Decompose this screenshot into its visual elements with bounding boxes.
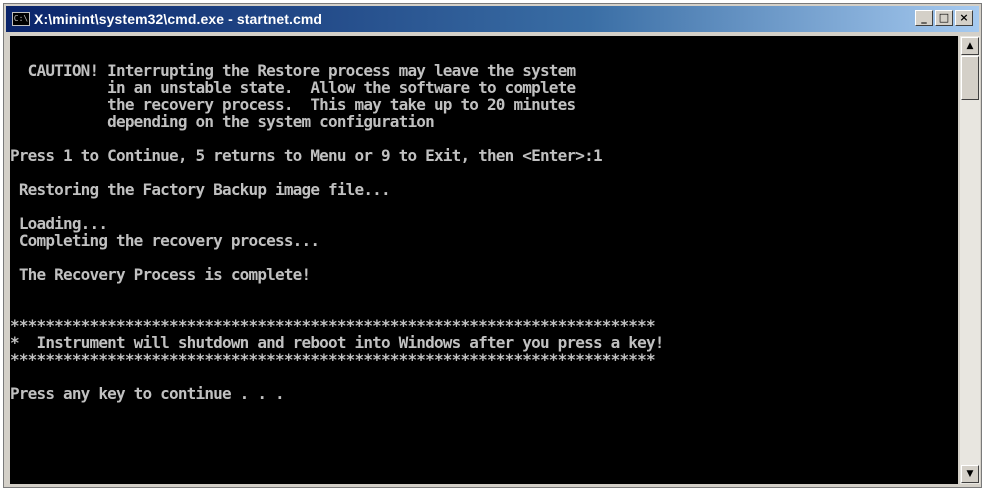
console-line: Press 1 to Continue, 5 returns to Menu o… <box>10 146 603 165</box>
console-line: The Recovery Process is complete! <box>10 265 311 284</box>
console-line <box>10 164 958 181</box>
minimize-button[interactable]: _ <box>915 10 933 26</box>
console-line: ****************************************… <box>10 350 656 369</box>
cmd-icon[interactable]: C:\ <box>12 12 30 26</box>
maximize-button[interactable]: □ <box>935 10 953 26</box>
console-line: Press any key to continue . . . <box>10 384 285 403</box>
console-output[interactable]: CAUTION! Interrupting the Restore proces… <box>10 36 958 484</box>
console-line <box>10 300 958 317</box>
caption-buttons: _ □ × <box>915 10 973 26</box>
console-line <box>10 249 958 266</box>
console-line: in an unstable state. Allow the software… <box>10 78 576 97</box>
console-line: Loading... <box>10 214 108 233</box>
scroll-up-arrow-icon[interactable]: ▲ <box>961 37 979 55</box>
console-line: the recovery process. This may take up t… <box>10 95 576 114</box>
console-window: C:\ X:\minint\system32\cmd.exe - startne… <box>3 3 982 488</box>
vertical-scrollbar[interactable]: ▲ ▼ <box>960 36 980 484</box>
console-line: ****************************************… <box>10 316 656 335</box>
scrollbar-thumb[interactable] <box>961 56 979 100</box>
console-line: Restoring the Factory Backup image file.… <box>10 180 391 199</box>
console-line: Completing the recovery process... <box>10 231 320 250</box>
console-line <box>10 198 958 215</box>
title-bar[interactable]: C:\ X:\minint\system32\cmd.exe - startne… <box>6 6 979 32</box>
console-line: * Instrument will shutdown and reboot in… <box>10 333 664 352</box>
console-line <box>10 283 958 300</box>
close-button[interactable]: × <box>955 10 973 26</box>
console-line <box>10 368 958 385</box>
window-title: X:\minint\system32\cmd.exe - startnet.cm… <box>34 11 323 27</box>
console-line: depending on the system configuration <box>10 112 435 131</box>
console-line: CAUTION! Interrupting the Restore proces… <box>10 61 576 80</box>
scroll-down-arrow-icon[interactable]: ▼ <box>961 465 979 483</box>
console-line <box>10 130 958 147</box>
